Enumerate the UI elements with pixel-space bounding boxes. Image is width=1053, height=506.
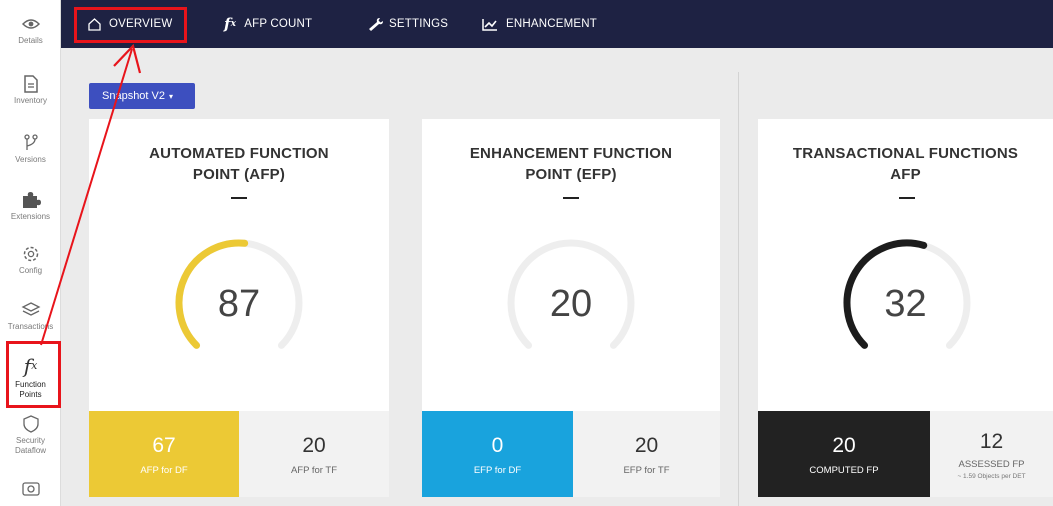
- tab-enhancement[interactable]: ENHANCEMENT: [482, 0, 597, 48]
- tile-label: AFP for DF: [140, 464, 188, 476]
- gauge-value: 87: [217, 283, 261, 325]
- card-dash: [563, 197, 579, 199]
- tile-label: AFP for TF: [290, 464, 338, 476]
- layers-icon: [21, 300, 41, 320]
- tile-value: 67: [152, 433, 176, 457]
- chevron-down-icon: ▾: [169, 91, 174, 101]
- tile-value: 20: [302, 433, 326, 457]
- tab-label: SETTINGS: [389, 18, 449, 30]
- sidebar-item-inventory[interactable]: Inventory: [0, 74, 61, 106]
- card-title: TRANSACTIONAL FUNCTIONS AFP: [792, 145, 1019, 183]
- tile-label: EFP for DF: [473, 464, 522, 476]
- left-sidebar: Details Inventory Versions Extensions Co: [0, 0, 61, 506]
- annotation-highlight-box: [6, 341, 61, 408]
- sidebar-item-camera[interactable]: [0, 478, 61, 500]
- tile-value: 20: [634, 433, 659, 457]
- card-dash: [231, 197, 247, 199]
- sidebar-item-label: Inventory: [14, 96, 47, 105]
- card-title: AUTOMATED FUNCTION POINT (AFP): [149, 145, 329, 183]
- branch-icon: [21, 133, 41, 153]
- trend-chart-icon: [482, 18, 498, 31]
- section-divider: [738, 72, 739, 506]
- transactional-functions-card: TRANSACTIONAL FUNCTIONS AFP 32 20 COMPUT…: [758, 119, 1053, 497]
- tab-label: ENHANCEMENT: [506, 18, 598, 30]
- fx-icon: fx: [224, 15, 237, 33]
- sidebar-item-label: Dataflow: [14, 446, 47, 455]
- card-title: ENHANCEMENT FUNCTION POINT (EFP): [469, 145, 673, 183]
- puzzle-icon: [21, 190, 41, 210]
- sidebar-item-label: Versions: [15, 155, 46, 164]
- tile-value: 20: [832, 433, 856, 457]
- afp-for-tf-tile[interactable]: 20 AFP for TF: [239, 411, 389, 497]
- sidebar-item-label: Extensions: [10, 212, 51, 221]
- wrench-icon: [367, 17, 385, 31]
- sidebar-item-extensions[interactable]: Extensions: [0, 190, 61, 222]
- annotation-highlight-box: [74, 7, 187, 43]
- snapshot-label: Snapshot V2: [102, 90, 165, 102]
- sidebar-item-security-dataflow[interactable]: Security Dataflow: [0, 414, 61, 456]
- efp-card: ENHANCEMENT FUNCTION POINT (EFP) 20 0 EF…: [422, 119, 720, 497]
- tab-afp-count[interactable]: fx AFP COUNT: [224, 0, 312, 48]
- tile-sublabel: ~ 1.59 Objects per DET: [957, 472, 1026, 480]
- shield-icon: [21, 414, 41, 434]
- sidebar-item-versions[interactable]: Versions: [0, 133, 61, 165]
- computed-fp-tile[interactable]: 20 COMPUTED FP: [758, 411, 930, 497]
- tab-settings[interactable]: SETTINGS: [367, 0, 448, 48]
- sidebar-item-config[interactable]: Config: [0, 244, 61, 276]
- gear-icon: [21, 244, 41, 264]
- sidebar-item-transactions[interactable]: Transactions: [0, 300, 61, 332]
- tile-label: ASSESSED FP: [958, 458, 1025, 470]
- efp-for-tf-tile[interactable]: 20 EFP for TF: [573, 411, 720, 497]
- sidebar-item-label: Details: [18, 36, 43, 45]
- afp-for-df-tile[interactable]: 67 AFP for DF: [89, 411, 239, 497]
- sidebar-item-label: Config: [18, 266, 43, 275]
- snapshot-dropdown[interactable]: Snapshot V2 ▾: [89, 83, 195, 109]
- gauge-value: 32: [884, 283, 927, 325]
- tab-label: AFP COUNT: [244, 18, 313, 30]
- tile-value: 0: [491, 433, 504, 457]
- assessed-fp-tile[interactable]: 12 ASSESSED FP ~ 1.59 Objects per DET: [930, 411, 1053, 497]
- tile-label: COMPUTED FP: [809, 464, 879, 476]
- sidebar-item-label: Transactions: [7, 322, 54, 331]
- afp-card: AUTOMATED FUNCTION POINT (AFP) 87 67 AFP…: [89, 119, 389, 497]
- eye-icon: [21, 14, 41, 34]
- card-dash: [899, 197, 915, 199]
- tile-value: 12: [979, 429, 1004, 453]
- gauge-value: 20: [549, 283, 593, 325]
- sidebar-item-label: Security: [16, 436, 45, 445]
- sidebar-item-details[interactable]: Details: [0, 14, 61, 46]
- camera-icon: [21, 478, 41, 498]
- efp-for-df-tile[interactable]: 0 EFP for DF: [422, 411, 573, 497]
- tile-label: EFP for TF: [623, 464, 670, 476]
- document-icon: [21, 74, 41, 94]
- top-navigation-bar: OVERVIEW fx AFP COUNT SETTINGS ENHANCEME…: [61, 0, 1053, 48]
